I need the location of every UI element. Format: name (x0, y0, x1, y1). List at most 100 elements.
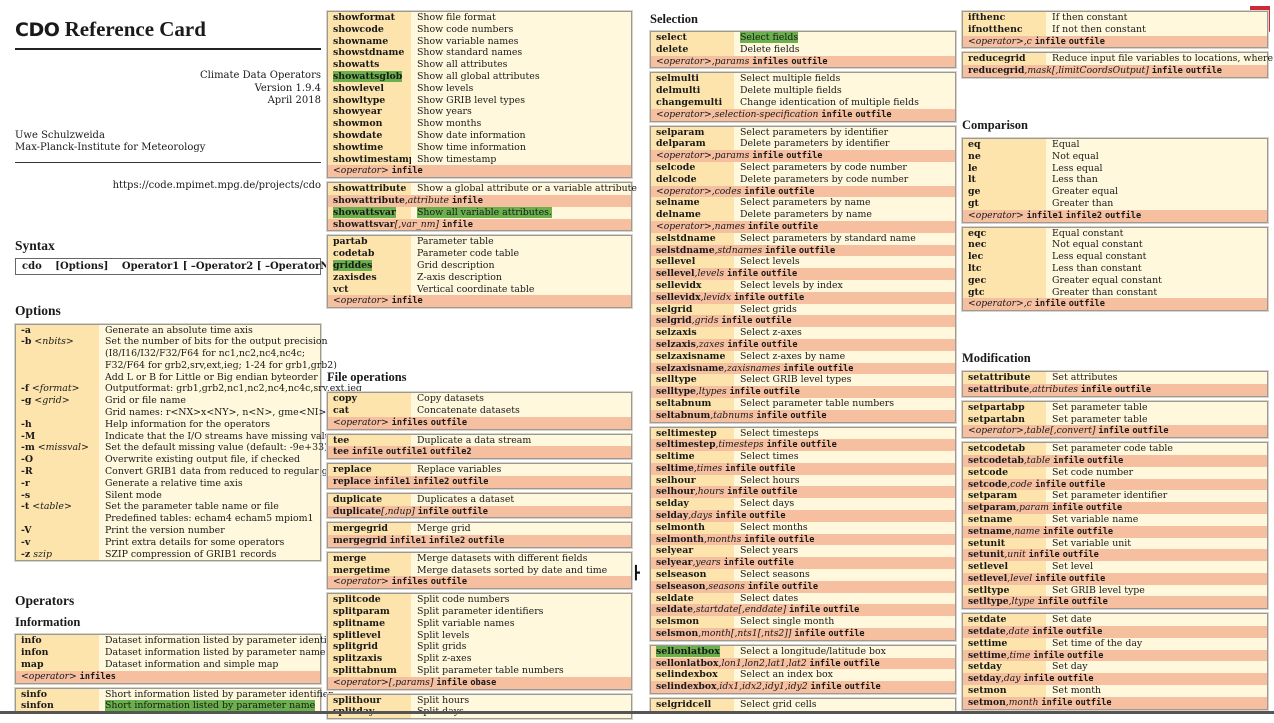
operator-name[interactable]: splitlevel (328, 629, 411, 642)
operator-row[interactable]: showmon Show months (328, 118, 631, 130)
operator-name[interactable]: delparam (651, 138, 734, 151)
operator-name[interactable]: griddes (328, 259, 411, 272)
operator-name[interactable]: showltype (328, 94, 411, 107)
operator-row[interactable]: selday Select days (651, 498, 955, 511)
operator-row[interactable]: setlevel Set level (963, 561, 1267, 573)
operator-name[interactable]: delcode (651, 173, 734, 186)
operator-name[interactable]: splitgrid (328, 641, 411, 654)
operator-name[interactable]: le (963, 162, 1046, 175)
operator-name[interactable]: showattsglob (328, 70, 411, 83)
operator-name[interactable]: ifnotthenc (963, 23, 1046, 36)
operator-row[interactable]: seltime Select times (651, 451, 955, 463)
operator-row[interactable]: map Dataset information and simple map (16, 659, 320, 671)
operator-row[interactable]: seltimestep Select timesteps (651, 427, 955, 440)
operator-name[interactable]: showname (328, 35, 411, 48)
operator-row[interactable]: showstdname Show standard names (328, 47, 631, 60)
operator-name[interactable]: splithour (328, 694, 411, 707)
operator-row[interactable]: delcode Delete parameters by code number (651, 173, 955, 186)
operator-name[interactable]: setattribute (963, 372, 1046, 384)
operator-name[interactable]: setunit (963, 537, 1046, 550)
operator-name[interactable]: seltabnum (651, 397, 734, 410)
operator-name[interactable]: setmon (963, 685, 1046, 697)
operator-name[interactable]: seltime (651, 451, 734, 463)
operator-row[interactable]: griddes Grid description (328, 259, 631, 272)
operator-name[interactable]: showformat (328, 12, 411, 24)
operator-row[interactable]: gtc Greater than constant (963, 286, 1267, 299)
operator-row[interactable]: splitlevel Split levels (328, 629, 631, 642)
operator-row[interactable]: tee Duplicate a data stream (328, 434, 631, 447)
operator-row[interactable]: seltabnum Select parameter table numbers (651, 397, 955, 410)
operator-row[interactable]: showattsglob Show all global attributes (328, 70, 631, 83)
operator-name[interactable]: map (16, 659, 99, 671)
operator-name[interactable]: lt (963, 174, 1046, 187)
operator-name[interactable]: splittabnum (328, 665, 411, 677)
operator-row[interactable]: codetab Parameter code table (328, 248, 631, 260)
operator-name[interactable]: copy (328, 393, 411, 405)
operator-row[interactable]: setdate Set date (963, 614, 1267, 627)
operator-row[interactable]: selzaxis Select z-axes (651, 327, 955, 339)
operator-row[interactable]: setpartabp Set parameter table (963, 401, 1267, 414)
operator-row[interactable]: showformat Show file format (328, 12, 631, 24)
operator-name[interactable]: select (651, 32, 734, 44)
operator-row[interactable]: splitzaxis Split z-axes (328, 653, 631, 666)
operator-name[interactable]: changemulti (651, 96, 734, 109)
operator-name[interactable]: setday (963, 661, 1046, 674)
operator-row[interactable]: sellevel Select levels (651, 256, 955, 269)
operator-name[interactable]: selgrid (651, 303, 734, 316)
operator-row[interactable]: setcode Set code number (963, 466, 1267, 479)
operator-name[interactable]: eqc (963, 227, 1046, 240)
operator-row[interactable]: showattribute Show a global attribute or … (328, 183, 637, 195)
operator-row[interactable]: ne Not equal (963, 150, 1267, 163)
operator-name[interactable]: duplicate (328, 493, 411, 506)
operator-name[interactable]: merge (328, 552, 411, 565)
operator-row[interactable]: setltype Set GRIB level type (963, 584, 1267, 597)
operator-name[interactable]: reducegrid (963, 53, 1046, 66)
operator-name[interactable]: selcode (651, 161, 734, 174)
operator-row[interactable]: splithour Split hours (328, 694, 631, 707)
operator-row[interactable]: selparam Select parameters by identifier (651, 126, 955, 139)
operator-row[interactable]: showatts Show all attributes (328, 59, 631, 71)
operator-name[interactable]: mergetime (328, 564, 411, 577)
operator-row[interactable]: delete Delete fields (651, 43, 955, 56)
operator-row[interactable]: selcode Select parameters by code number (651, 161, 955, 174)
operator-row[interactable]: splitgrid Split grids (328, 641, 631, 654)
operator-name[interactable]: splitparam (328, 606, 411, 618)
operator-name[interactable]: showtime (328, 141, 411, 154)
operator-name[interactable]: setcodetab (963, 443, 1046, 455)
operator-name[interactable]: setpartabn (963, 413, 1046, 426)
operator-name[interactable]: selstdname (651, 232, 734, 245)
operator-row[interactable]: selmonth Select months (651, 521, 955, 534)
operator-name[interactable]: replace (328, 464, 411, 476)
operator-row[interactable]: vct Vertical coordinate table (328, 283, 631, 296)
operator-row[interactable]: cat Concatenate datasets (328, 404, 631, 417)
operator-row[interactable]: merge Merge datasets with different field… (328, 552, 631, 565)
operator-name[interactable]: setname (963, 513, 1046, 526)
operator-row[interactable]: sellevidx Select levels by index (651, 279, 955, 292)
operator-name[interactable]: splitname (328, 617, 411, 630)
operator-row[interactable]: changemulti Change identication of multip… (651, 96, 955, 109)
operator-row[interactable]: zaxisdes Z-axis description (328, 271, 631, 284)
operator-row[interactable]: showyear Show years (328, 106, 631, 119)
operator-row[interactable]: eq Equal (963, 138, 1267, 151)
operator-name[interactable]: cat (328, 404, 411, 417)
operator-name[interactable]: gec (963, 274, 1046, 287)
operator-name[interactable]: mergegrid (328, 523, 411, 536)
operator-name[interactable]: sellevidx (651, 279, 734, 292)
operator-name[interactable]: delete (651, 43, 734, 56)
operator-row[interactable]: gec Greater equal constant (963, 274, 1267, 287)
operator-name[interactable]: selname (651, 197, 734, 210)
operator-name[interactable]: ge (963, 186, 1046, 198)
operator-name[interactable]: selmulti (651, 73, 734, 86)
operator-name[interactable]: selzaxis (651, 327, 734, 339)
operator-row[interactable]: selmulti Select multiple fields (651, 73, 955, 86)
operator-name[interactable]: sinfo (16, 688, 99, 701)
operator-name[interactable]: gtc (963, 286, 1046, 299)
operator-row[interactable]: setattribute Set attributes (963, 372, 1267, 384)
operator-name[interactable]: showlevel (328, 82, 411, 95)
operator-row[interactable]: setpartabn Set parameter table (963, 413, 1267, 426)
operator-name[interactable]: gt (963, 197, 1046, 210)
operator-row[interactable]: showcode Show code numbers (328, 23, 631, 36)
operator-name[interactable]: showstdname (328, 47, 411, 60)
operator-name[interactable]: eq (963, 138, 1046, 151)
operator-name[interactable]: selhour (651, 474, 734, 487)
